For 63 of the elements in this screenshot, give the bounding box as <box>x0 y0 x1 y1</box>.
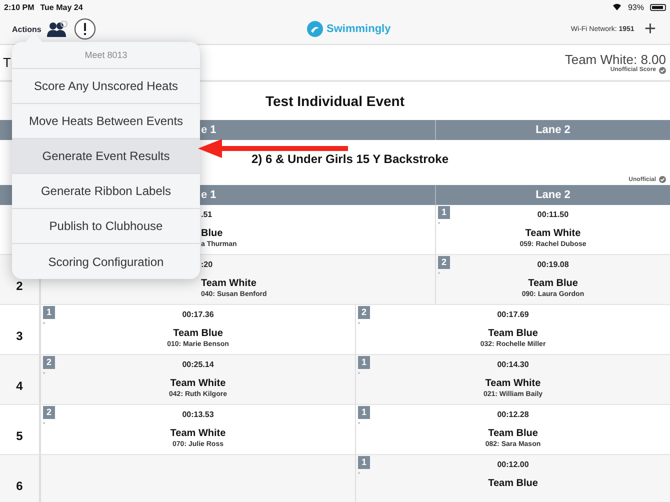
app-logo-text: Swimmingly <box>326 23 391 35</box>
lane-number: 2 <box>16 278 23 292</box>
swim-time: 00:17.69 <box>497 309 529 321</box>
team-name: Team White <box>525 227 581 240</box>
people-icon[interactable] <box>47 21 68 37</box>
menu-item[interactable]: Scoring Configuration <box>12 244 200 279</box>
check-icon <box>659 66 666 74</box>
event-title: Test Individual Event <box>266 93 404 109</box>
lane-number: 6 <box>16 478 23 492</box>
team-name: Blue <box>201 227 223 240</box>
place-badge: 1 <box>358 456 370 469</box>
place-badge: 2 <box>438 256 450 269</box>
column-header: Lane 2 <box>536 124 570 136</box>
place-badge: 1 <box>438 206 450 219</box>
team-name: Team Blue <box>173 327 223 340</box>
alert-icon[interactable] <box>74 18 96 40</box>
team-name: Team White <box>170 377 226 390</box>
swim-time: :20 <box>201 259 213 271</box>
column-header: e 1 <box>201 189 216 201</box>
place-badge: 1 <box>358 356 370 369</box>
swim-time: 00:25.14 <box>182 359 214 371</box>
menu-title: Meet 8013 <box>12 42 200 69</box>
place-badge: 1 <box>43 306 55 319</box>
swim-time: 00:13.53 <box>182 409 214 421</box>
team-name: Team Blue <box>528 277 578 290</box>
menu-item[interactable]: Generate Event Results <box>12 139 200 174</box>
swim-time: 00:17.36 <box>182 309 214 321</box>
add-button[interactable]: + <box>640 19 660 39</box>
swim-time: 00:12.00 <box>497 459 529 471</box>
team-name: Team White <box>485 377 541 390</box>
swim-time: 00:14.30 <box>497 359 529 371</box>
lane-number: 3 <box>16 328 23 342</box>
check-icon <box>659 176 666 183</box>
battery-icon <box>650 4 666 10</box>
lane-number: 5 <box>16 428 23 442</box>
lane-number: 4 <box>16 378 23 392</box>
place-badge: 2 <box>43 406 55 419</box>
status-time: 2:10 PM <box>4 2 34 12</box>
team-name: Team White <box>170 427 226 440</box>
column-header: e 1 <box>201 124 216 136</box>
swim-time: 00:19.08 <box>537 259 569 271</box>
team-score: Team White: 8.00 <box>564 52 666 66</box>
battery-percent: 93% <box>628 2 644 12</box>
actions-button[interactable]: Actions <box>12 24 42 34</box>
swim-time: .51 <box>201 209 212 221</box>
menu-item[interactable]: Score Any Unscored Heats <box>12 69 200 104</box>
place-badge: 1 <box>358 406 370 419</box>
swim-time: 00:11.50 <box>537 209 569 221</box>
team-name: Team White <box>201 277 256 290</box>
place-badge: 2 <box>43 356 55 369</box>
place-badge: 2 <box>358 306 370 319</box>
wifi-icon <box>612 3 622 11</box>
swimmer-logo-icon <box>306 21 323 37</box>
team-name: Team Blue <box>488 427 538 440</box>
menu-item[interactable]: Publish to Clubhouse <box>12 209 200 244</box>
column-header: Lane 2 <box>536 189 570 201</box>
menu-item[interactable]: Generate Ribbon Labels <box>12 174 200 209</box>
event-title: 2) 6 & Under Girls 15 Y Backstroke <box>252 152 448 166</box>
status-date: Tue May 24 <box>40 2 83 12</box>
team-label: T <box>3 55 11 70</box>
swim-time: 00:12.28 <box>497 409 529 421</box>
team-name: Team Blue <box>488 327 538 340</box>
team-name: Team Blue <box>488 477 538 490</box>
